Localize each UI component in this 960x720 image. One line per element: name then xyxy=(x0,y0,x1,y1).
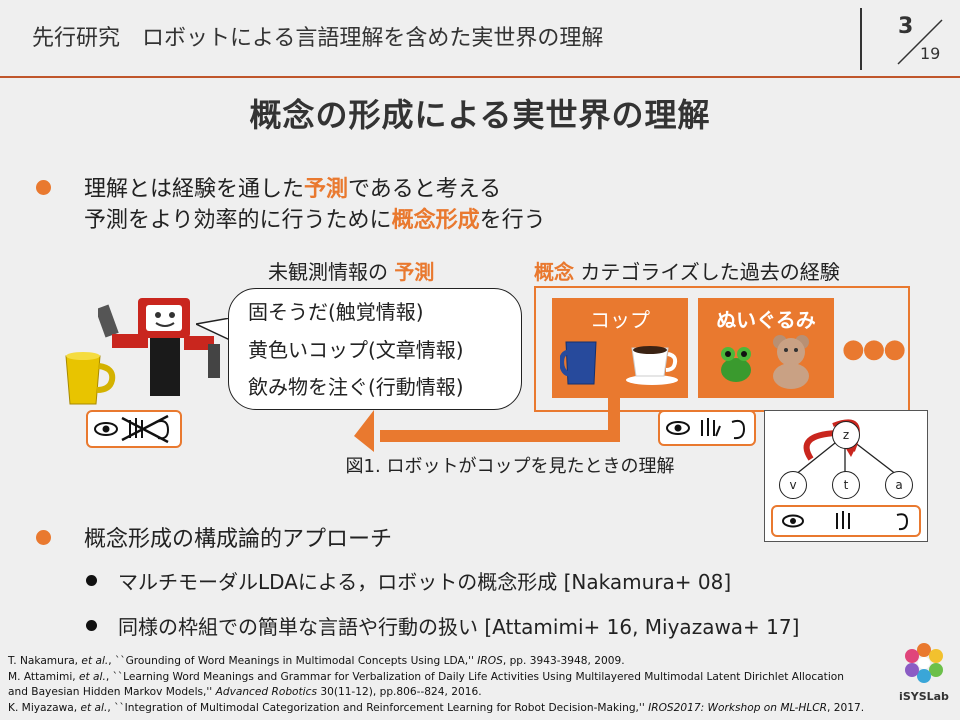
sense-icons-model xyxy=(782,511,909,531)
category-card-plush: ぬいぐるみ xyxy=(698,298,834,398)
node-z: z xyxy=(832,421,860,449)
reference-text: M. Attamimi, xyxy=(8,670,79,683)
reference-italic: Advanced Robotics xyxy=(215,686,317,698)
hand-icon xyxy=(836,511,850,529)
eye-icon xyxy=(782,514,804,528)
graphical-model: z v t a xyxy=(764,410,928,542)
category-label-plush: ぬいぐるみ xyxy=(716,308,816,332)
arrow-icon xyxy=(354,398,620,452)
bullet1-line1-text-end: であると考える xyxy=(348,177,502,202)
more-categories-ellipsis: ●●● xyxy=(842,334,906,364)
figure-caption: 図1. ロボットがコップを見たときの理解 xyxy=(345,456,675,477)
sub-bullet-dot xyxy=(86,620,97,631)
slide-title: 概念の形成による実世界の理解 xyxy=(249,96,711,134)
sense-box-robot xyxy=(86,410,182,448)
crossed-out-hand-ear-icon xyxy=(94,414,170,444)
sense-icons xyxy=(666,418,746,440)
references: T. Nakamura, et al., ``Grounding of Word… xyxy=(8,654,864,716)
reference-text: , pp. 3943-3948, 2009. xyxy=(502,655,625,667)
eye-icon xyxy=(666,421,690,435)
header-divider xyxy=(860,8,862,70)
bullet1-line2-text-end: を行う xyxy=(479,208,546,233)
lab-logo: iSYSLab xyxy=(894,640,954,708)
reference-text: , ``Grounding of Word Meanings in Multim… xyxy=(108,655,478,667)
bullet2-text: 概念形成の構成論的アプローチ xyxy=(84,527,393,552)
prediction-label-highlight: 予測 xyxy=(394,260,435,284)
concept-label: 概念 カテゴライズした過去の経験 xyxy=(534,256,840,285)
reference-text: , ``Learning Word Meanings and Grammar f… xyxy=(105,670,844,683)
reference-italic: et al. xyxy=(80,701,108,714)
concept-label-text: カテゴライズした過去の経験 xyxy=(574,260,840,284)
bubble-line-text: 黄色いコップ(文章情報) xyxy=(248,338,464,362)
bullet1-line1: 理解とは経験を通した予測であると考える xyxy=(84,171,501,203)
reference-text: , ``Integration of Multimodal Categoriza… xyxy=(107,701,649,714)
node-v: v xyxy=(779,471,807,499)
hand-icon xyxy=(701,418,721,437)
robot-icon xyxy=(98,298,220,396)
coffee-cup-icon xyxy=(626,346,678,385)
sub-bullet-2: 同様の枠組での簡単な言語や行動の扱い [Attamimi+ 16, Miyaza… xyxy=(118,615,800,639)
prediction-label-text: 未観測情報の xyxy=(268,260,395,284)
bullet1-line1-highlight: 予測 xyxy=(304,177,349,202)
reference-text: and Bayesian Hidden Markov Models,'' xyxy=(8,686,216,698)
reference-italic: IROS2017: Workshop on ML-HLCR xyxy=(648,701,828,714)
logo-flower-icon xyxy=(905,643,943,683)
page-number-current: 3 xyxy=(898,14,914,39)
sub-bullet-dot xyxy=(86,575,97,586)
frog-plush-icon xyxy=(721,347,751,382)
teddy-bear-icon xyxy=(773,335,809,389)
bullet1-line2-highlight: 概念形成 xyxy=(391,208,480,233)
reference-2: M. Attamimi, et al., ``Learning Word Mea… xyxy=(8,670,864,686)
bullet-dot xyxy=(36,530,51,545)
reference-text: T. Nakamura, xyxy=(8,655,82,667)
bullet-dot xyxy=(36,180,51,195)
bullet1-line2-text: 予測をより効率的に行うために xyxy=(84,208,392,233)
logo-text: iSYSLab xyxy=(899,690,949,703)
ear-icon xyxy=(731,419,746,440)
ear-icon xyxy=(896,513,909,531)
node-t: t xyxy=(832,471,860,499)
reference-italic: et al. xyxy=(79,670,106,683)
eye-icon xyxy=(94,422,118,436)
reference-text: , 2017. xyxy=(827,701,865,714)
bullet1-line2: 予測をより効率的に行うために概念形成を行う xyxy=(84,202,546,234)
reference-italic: IROS xyxy=(477,655,503,667)
category-label-cup: コップ xyxy=(590,308,650,332)
reference-text: 30(11-12), pp.806--824, 2016. xyxy=(316,686,482,698)
reference-italic: et al. xyxy=(81,655,109,667)
node-a: a xyxy=(885,471,913,499)
concept-label-highlight: 概念 xyxy=(534,260,574,284)
page-number-total: 19 xyxy=(920,44,941,63)
reference-2-cont: and Bayesian Hidden Markov Models,'' Adv… xyxy=(8,685,864,701)
prediction-label: 未観測情報の 予測 xyxy=(268,256,434,285)
header-rule xyxy=(0,76,960,78)
bullet1-line1-text: 理解とは経験を通した xyxy=(84,177,305,202)
reference-3: K. Miyazawa, et al., ``Integration of Mu… xyxy=(8,701,864,717)
bubble-line-touch: 固そうだ(触覚情報) xyxy=(248,300,424,324)
blue-mug-icon xyxy=(560,341,597,385)
reference-text: K. Miyazawa, xyxy=(8,701,81,714)
header-title: 先行研究 ロボットによる言語理解を含めた実世界の理解 xyxy=(32,26,604,51)
sense-box-model xyxy=(771,505,921,537)
yellow-cup-icon xyxy=(65,352,116,405)
reference-1: T. Nakamura, et al., ``Grounding of Word… xyxy=(8,654,864,670)
sense-box-concept xyxy=(658,410,756,446)
sub-bullet-1: マルチモーダルLDAによる，ロボットの概念形成 [Nakamura+ 08] xyxy=(118,570,732,594)
category-card-cup: コップ xyxy=(552,298,688,398)
